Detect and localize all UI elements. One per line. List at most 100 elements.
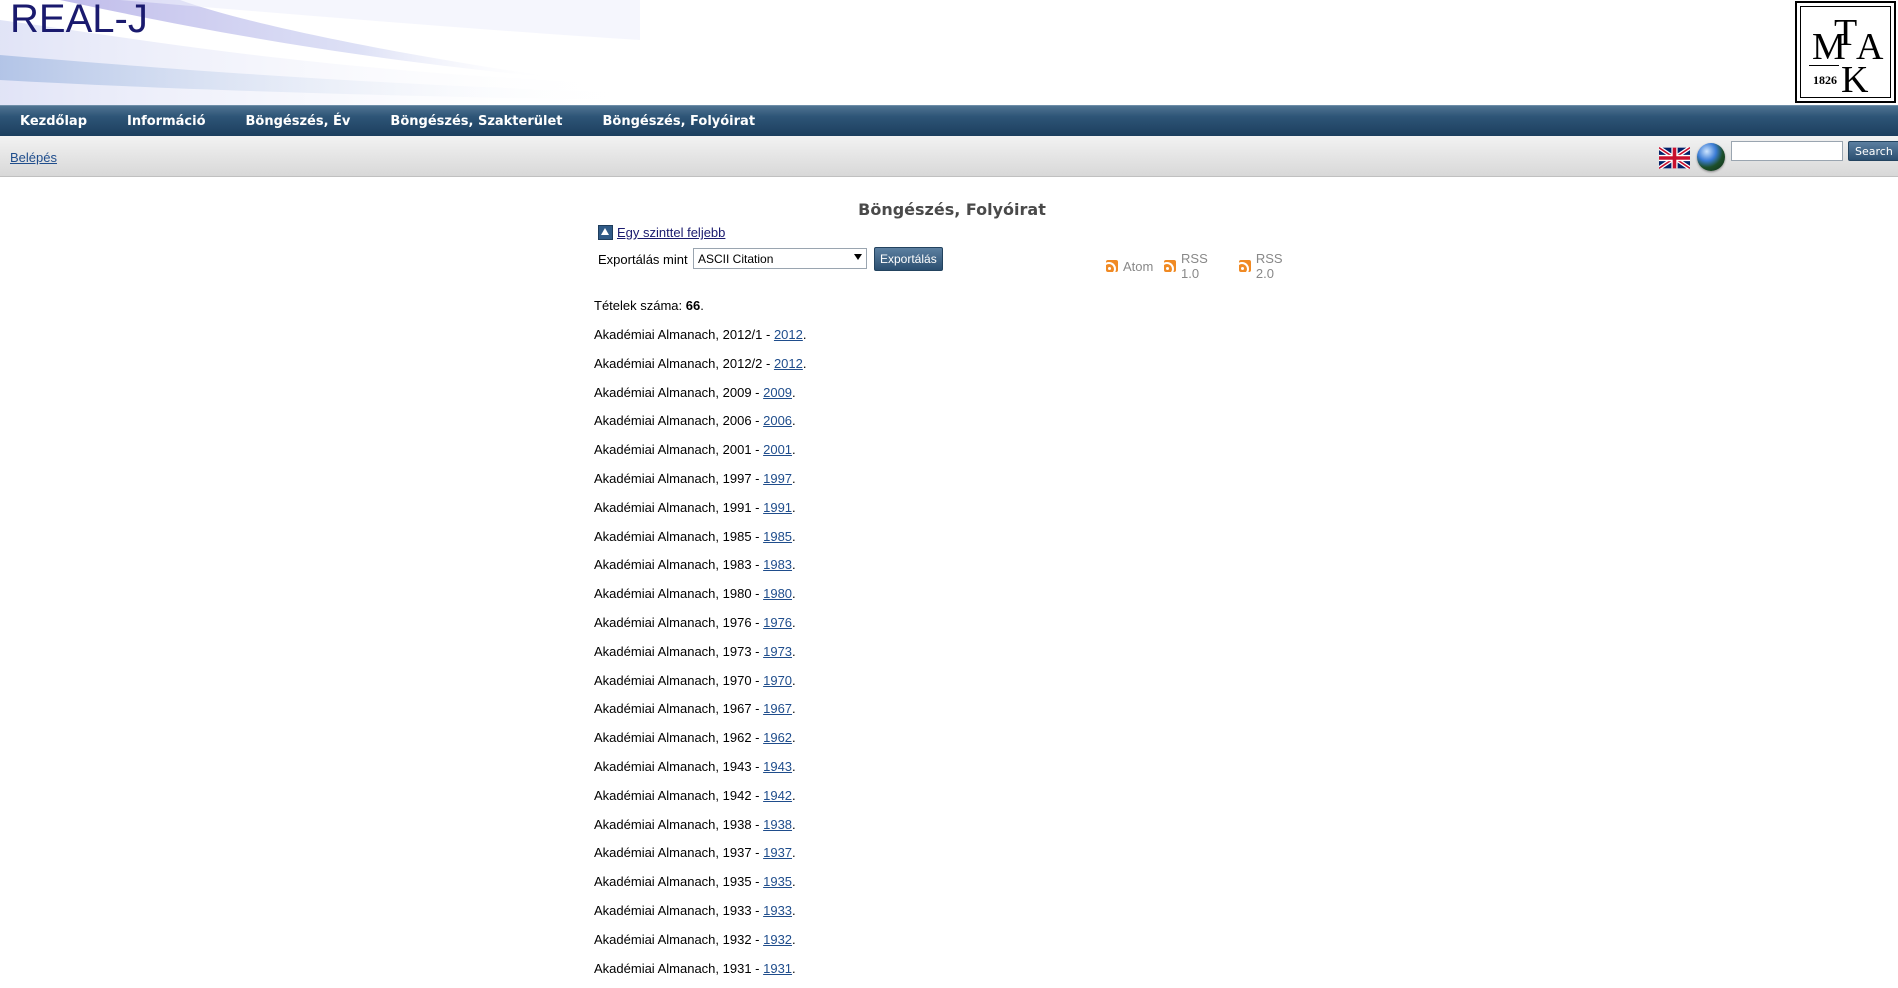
list-item-title: Akadémiai Almanach, 2006 - [594, 413, 764, 429]
site-title[interactable]: REAL-J [10, 0, 148, 42]
list-item-title: Akadémiai Almanach, 1970 - [594, 672, 764, 688]
list-item-title: Akadémiai Almanach, 2009 - [594, 384, 764, 400]
list-item-title: Akadémiai Almanach, 1962 - [594, 730, 764, 746]
list-item-year-link[interactable]: 1976 [763, 615, 792, 630]
nav-item-browse-subject[interactable]: Böngészés, Szakterület [390, 114, 562, 129]
list-item: Akadémiai Almanach, 1983 - 1983. [594, 556, 806, 585]
mtak-logo[interactable]: M T A K 1826 [1795, 1, 1896, 103]
search-button[interactable]: Search [1848, 141, 1898, 161]
nav-item-home[interactable]: Kezdőlap [20, 114, 87, 129]
list-item-suffix: . [792, 960, 796, 976]
logo-inner-frame: M T A K 1826 [1800, 6, 1891, 99]
list-item-year-link[interactable]: 2012 [774, 327, 803, 342]
list-item-year-link[interactable]: 1942 [763, 788, 792, 803]
feed-rss2[interactable]: RSS 2.0 [1239, 251, 1303, 281]
list-item-year-link[interactable]: 2006 [763, 413, 792, 428]
item-count-suffix: . [700, 298, 704, 313]
list-item: Akadémiai Almanach, 2001 - 2001. [594, 441, 806, 470]
list-item-title: Akadémiai Almanach, 1973 - [594, 643, 764, 659]
list-item-suffix: . [792, 586, 796, 602]
nav-item-browse-year[interactable]: Böngészés, Év [246, 114, 351, 129]
list-item-title: Akadémiai Almanach, 1935 - [594, 874, 764, 890]
list-item-title: Akadémiai Almanach, 1931 - [594, 960, 764, 976]
nav-item-information[interactable]: Információ [127, 114, 206, 129]
list-item-year-link[interactable]: 1943 [763, 759, 792, 774]
list-item-suffix: . [792, 931, 796, 947]
list-item-year-link[interactable]: 1962 [763, 730, 792, 745]
nav-item-browse-journal[interactable]: Böngészés, Folyóirat [603, 114, 756, 129]
list-item-suffix: . [792, 413, 796, 429]
list-item-suffix: . [792, 442, 796, 458]
list-item-suffix: . [792, 758, 796, 774]
export-format-value: ASCII Citation [698, 252, 774, 266]
list-item-title: Akadémiai Almanach, 2012/1 - [594, 327, 774, 342]
list-item-year-link[interactable]: 1997 [763, 471, 792, 486]
list-item-suffix: . [792, 643, 796, 659]
export-label: Exportálás mint [598, 252, 688, 267]
list-item: Akadémiai Almanach, 1980 - 1980. [594, 585, 806, 614]
list-item-year-link[interactable]: 1933 [763, 903, 792, 918]
feed-rss1[interactable]: RSS 1.0 [1164, 251, 1228, 281]
list-item-year-link[interactable]: 1980 [763, 586, 792, 601]
globe-icon[interactable] [1697, 143, 1725, 171]
list-item: Akadémiai Almanach, 1935 - 1935. [594, 873, 806, 902]
uk-flag-icon[interactable] [1659, 147, 1690, 169]
list-item-year-link[interactable]: 1938 [763, 817, 792, 832]
list-item-title: Akadémiai Almanach, 1932 - [594, 931, 764, 947]
rss-icon [1164, 260, 1177, 272]
list-item-year-link[interactable]: 2012 [774, 356, 803, 371]
list-item-title: Akadémiai Almanach, 1967 - [594, 701, 764, 717]
item-count-prefix: Tételek száma: [594, 298, 686, 313]
list-item-title: Akadémiai Almanach, 1976 - [594, 614, 764, 630]
utility-bar: Belépés Search [0, 136, 1898, 177]
export-button[interactable]: Exportálás [874, 247, 943, 271]
list-item-year-link[interactable]: 1985 [763, 529, 792, 544]
list-item: Akadémiai Almanach, 1932 - 1932. [594, 931, 806, 960]
list-item: Akadémiai Almanach, 1991 - 1991. [594, 499, 806, 528]
main-navigation: Kezdőlap Információ Böngészés, Év Böngés… [0, 105, 1898, 136]
list-item: Akadémiai Almanach, 1962 - 1962. [594, 729, 806, 758]
up-one-level-row: Egy szinttel feljebb [598, 225, 725, 240]
feed-label-rss2: RSS 2.0 [1255, 251, 1283, 281]
feed-atom[interactable]: Atom [1106, 259, 1153, 274]
list-item-year-link[interactable]: 1970 [763, 673, 792, 688]
login-link[interactable]: Belépés [10, 150, 57, 165]
list-item-year-link[interactable]: 1967 [763, 701, 792, 716]
up-one-level-link[interactable]: Egy szinttel feljebb [617, 225, 725, 240]
list-item-suffix: . [792, 816, 796, 832]
list-item-title: Akadémiai Almanach, 1933 - [594, 902, 764, 918]
feed-links: Atom RSS 1.0 RSS 2.0 [1106, 251, 1314, 281]
list-item-title: Akadémiai Almanach, 1943 - [594, 758, 764, 774]
list-item-suffix: . [792, 528, 796, 544]
list-item-year-link[interactable]: 1932 [763, 932, 792, 947]
list-item: Akadémiai Almanach, 1973 - 1973. [594, 643, 806, 672]
export-format-select[interactable]: ASCII Citation [693, 248, 867, 269]
list-item-suffix: . [802, 327, 807, 342]
rss-icon [1106, 260, 1118, 272]
list-item-suffix: . [792, 499, 796, 515]
list-item-year-link[interactable]: 1983 [763, 557, 792, 572]
list-item-year-link[interactable]: 1991 [763, 500, 792, 515]
list-item-year-link[interactable]: 1931 [763, 961, 792, 976]
list-item-title: Akadémiai Almanach, 1937 - [594, 845, 764, 861]
list-item-title: Akadémiai Almanach, 1942 - [594, 787, 764, 803]
list-item: Akadémiai Almanach, 2012/2 - 2012. [594, 355, 806, 384]
list-item-year-link[interactable]: 2009 [763, 385, 792, 400]
site-header: REAL-J M T A K 1826 [0, 0, 1898, 105]
list-item: Akadémiai Almanach, 1997 - 1997. [594, 470, 806, 499]
list-item-suffix: . [792, 614, 796, 630]
list-item-suffix: . [792, 384, 796, 400]
list-item: Akadémiai Almanach, 1976 - 1976. [594, 614, 806, 643]
list-item-year-link[interactable]: 1935 [763, 874, 792, 889]
list-item-year-link[interactable]: 1937 [763, 845, 792, 860]
arrow-up-icon[interactable] [598, 225, 613, 240]
list-item: Akadémiai Almanach, 1938 - 1938. [594, 816, 806, 845]
list-item-suffix: . [792, 672, 796, 688]
list-item-suffix: . [802, 355, 807, 371]
list-item-year-link[interactable]: 2001 [763, 442, 792, 457]
list-item-title: Akadémiai Almanach, 1991 - [594, 499, 764, 515]
list-item-year-link[interactable]: 1973 [763, 644, 792, 659]
list-item: Akadémiai Almanach, 1942 - 1942. [594, 787, 806, 816]
search-input[interactable] [1731, 141, 1843, 161]
list-item-suffix: . [792, 845, 796, 861]
